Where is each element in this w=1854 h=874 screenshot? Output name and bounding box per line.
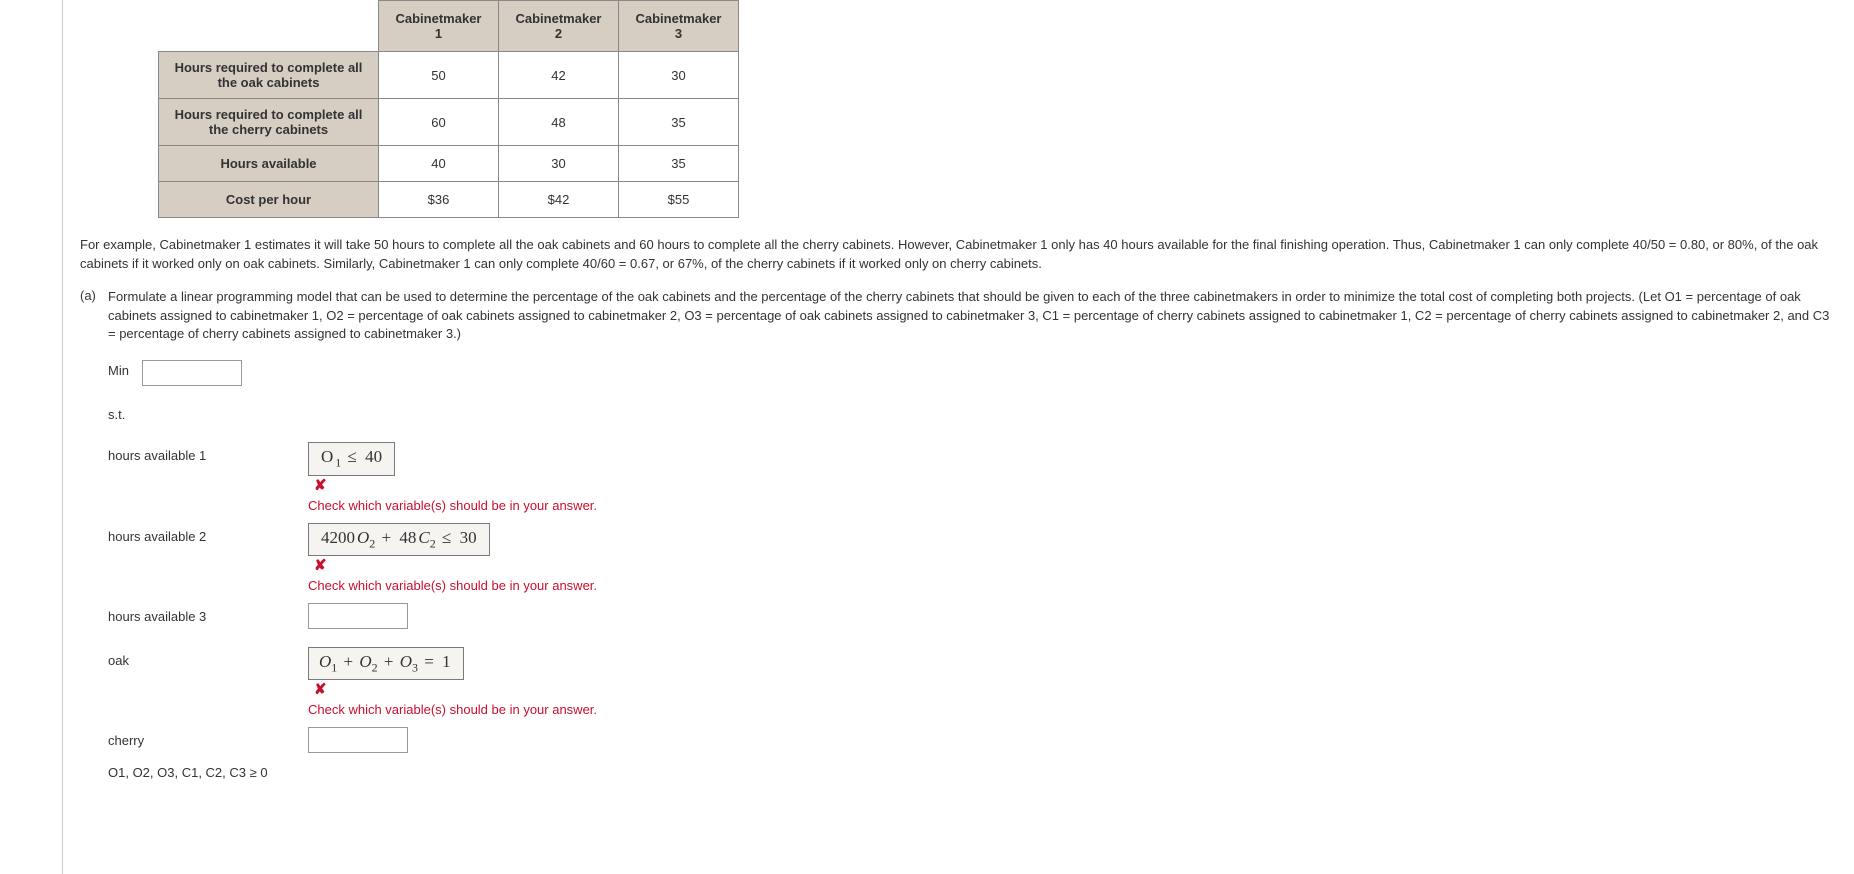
row-label: Cost per hour xyxy=(159,182,379,218)
cell: 30 xyxy=(619,52,739,99)
cell: 30 xyxy=(499,146,619,182)
row-label: Hours required to complete all the cherr… xyxy=(159,99,379,146)
cell: 40 xyxy=(379,146,499,182)
constraint-label-oak: oak xyxy=(108,647,308,668)
example-paragraph: For example, Cabinetmaker 1 estimates it… xyxy=(80,236,1834,274)
min-label: Min xyxy=(108,360,142,378)
cell: 48 xyxy=(499,99,619,146)
col-header-2: Cabinetmaker 2 xyxy=(499,1,619,52)
wrong-icon: ✘ xyxy=(308,680,327,698)
feedback-h2: Check which variable(s) should be in you… xyxy=(308,578,1834,593)
cell: 50 xyxy=(379,52,499,99)
table-row: Hours required to complete all the oak c… xyxy=(159,52,739,99)
question-text: Formulate a linear programming model tha… xyxy=(108,288,1834,345)
min-input[interactable] xyxy=(142,360,242,386)
constraint-label-cherry: cherry xyxy=(108,727,308,748)
cell: $36 xyxy=(379,182,499,218)
table-row: Hours required to complete all the cherr… xyxy=(159,99,739,146)
table-row: Hours available 40 30 35 xyxy=(159,146,739,182)
cell: 35 xyxy=(619,146,739,182)
nonnegativity-constraint: O1, O2, O3, C1, C2, C3 ≥ 0 xyxy=(108,765,1834,780)
constraint-input-cherry[interactable] xyxy=(308,727,408,753)
constraint-label-h1: hours available 1 xyxy=(108,442,308,463)
page-left-divider xyxy=(62,0,63,874)
col-header-3: Cabinetmaker 3 xyxy=(619,1,739,52)
table-row: Cost per hour $36 $42 $55 xyxy=(159,182,739,218)
st-label: s.t. xyxy=(108,404,308,422)
wrong-icon: ✘ xyxy=(308,476,327,494)
cell: $42 xyxy=(499,182,619,218)
constraint-label-h2: hours available 2 xyxy=(108,523,308,544)
constraint-label-h3: hours available 3 xyxy=(108,603,308,624)
cell: $55 xyxy=(619,182,739,218)
row-label: Hours required to complete all the oak c… xyxy=(159,52,379,99)
feedback-h1: Check which variable(s) should be in you… xyxy=(308,498,1834,513)
cell: 35 xyxy=(619,99,739,146)
row-label: Hours available xyxy=(159,146,379,182)
col-header-1: Cabinetmaker 1 xyxy=(379,1,499,52)
feedback-oak: Check which variable(s) should be in you… xyxy=(308,702,1834,717)
part-label: (a) xyxy=(80,288,108,345)
wrong-icon: ✘ xyxy=(308,556,327,574)
cell: 42 xyxy=(499,52,619,99)
constraint-answer-h1[interactable]: O1 ≤ 40 xyxy=(308,442,395,475)
cell: 60 xyxy=(379,99,499,146)
constraint-input-h3[interactable] xyxy=(308,603,408,629)
constraint-answer-oak[interactable]: O1 + O2 + O3 = 1 xyxy=(308,647,464,680)
cabinetmaker-table: Cabinetmaker 1 Cabinetmaker 2 Cabinetmak… xyxy=(158,0,739,218)
constraint-answer-h2[interactable]: 4200O2 + 48C2 ≤ 30 xyxy=(308,523,490,556)
